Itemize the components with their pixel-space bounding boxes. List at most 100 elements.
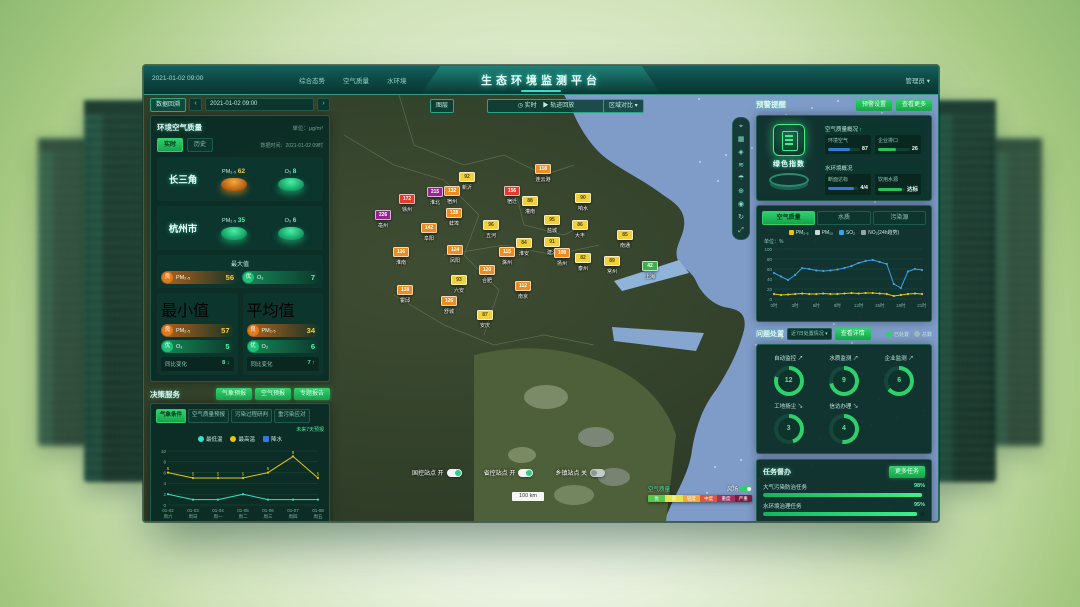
aqi-marker[interactable]: 118连云港 (535, 157, 551, 183)
task-more-button[interactable]: 更多任务 (889, 466, 925, 478)
aqi-marker[interactable]: 84淮安 (516, 231, 532, 257)
trend-tab-water[interactable]: 水质 (817, 211, 870, 225)
air-forecast-button[interactable]: 空气预报 (255, 388, 291, 400)
air-tab-history[interactable]: 历史 (187, 138, 213, 152)
reset-tool-icon[interactable]: ↻ (735, 212, 747, 223)
date-mode-chip[interactable]: 数据回溯 (150, 98, 186, 112)
disposal-detail-button[interactable]: 查看详情 (835, 328, 871, 340)
layer-toggle: 国控站点 开 (412, 468, 462, 477)
svg-text:4: 4 (163, 481, 166, 486)
wind-tool-icon[interactable]: ≋ (735, 160, 747, 171)
user-menu[interactable]: 管理员 ▾ (905, 75, 930, 85)
report-button[interactable]: 专题报告 (294, 388, 330, 400)
date-bar: 数据回溯 ‹ 2021-01-02 09:00 › (150, 97, 330, 112)
aqi-marker[interactable]: 142阜阳 (421, 216, 437, 242)
background-dashboard-left (84, 100, 146, 482)
wind-toggle[interactable] (740, 486, 752, 492)
app-title-wrap: 生态环境监测平台 (421, 66, 661, 94)
nav-item-water[interactable]: 水环境 (387, 75, 407, 85)
task-card: 任务督办 更多任务 大气污染防治任务98% 水环境治理任务95% 执法检查完成率… (756, 459, 932, 522)
alert-title: 预警提醒 (756, 99, 786, 110)
svg-text:6: 6 (167, 466, 170, 471)
aqi-marker[interactable]: 172徐州 (399, 187, 415, 213)
svg-text:周二: 周二 (239, 514, 248, 520)
aqi-marker[interactable]: 226亳州 (375, 203, 391, 229)
aqi-scale-segment: 中度 (700, 495, 717, 502)
trend-unit: 单位：% (764, 238, 926, 245)
tab-pollution-analysis[interactable]: 污染过程研判 (231, 409, 272, 423)
layers-tool-icon[interactable]: ▦ (735, 134, 747, 145)
aqi-marker[interactable]: 42上海 (642, 254, 658, 280)
aqi-marker[interactable]: 86大丰 (572, 213, 588, 239)
region-row: 长三角 PM₂.₅ 62 O₃ 8 (157, 157, 323, 201)
max-value-card: 最大值 良 PM₂.₅ 56 优 O₃ 7 (157, 255, 323, 288)
nav-item-overview[interactable]: 综合态势 (299, 75, 325, 85)
marker-tool-icon[interactable]: ◈ (735, 147, 747, 158)
toggle-switch[interactable] (518, 469, 533, 477)
map-compare-pill[interactable]: 区域对比 ▾ (603, 99, 644, 113)
aqi-marker[interactable]: 108扬州 (554, 241, 570, 267)
svg-text:周四: 周四 (289, 514, 298, 520)
svg-text:5: 5 (192, 471, 195, 476)
measure-tool-icon[interactable]: ⌖ (735, 121, 747, 132)
aqi-marker[interactable]: 92新沂 (459, 165, 475, 191)
aqi-marker[interactable]: 88灌南 (522, 189, 538, 215)
alert-settings-button[interactable]: 预警设置 (856, 99, 892, 111)
map-time-pill[interactable]: ◷ 实时 ▶ 轨迹回放 (487, 99, 605, 113)
aqi-marker[interactable]: 90响水 (575, 186, 591, 212)
weather-forecast-button[interactable]: 气象预报 (216, 388, 252, 400)
trend-tab-source[interactable]: 污染源 (873, 211, 926, 225)
green-index-label: 绿色指数 (763, 159, 815, 169)
aqi-marker[interactable]: 156宿迁 (504, 179, 520, 205)
aqi-marker[interactable]: 115滁州 (499, 240, 515, 266)
aqi-marker[interactable]: 96五河 (483, 213, 499, 239)
summary-card: 绿色指数 空气质量概况 ↑ 环境空气 87 企业排口 (756, 115, 932, 201)
svg-text:5: 5 (317, 471, 320, 476)
aqi-marker[interactable]: 112南京 (515, 274, 531, 300)
air-summary-group: 空气质量概况 ↑ 环境空气 87 企业排口 26 (821, 122, 925, 157)
nav-item-air[interactable]: 空气质量 (343, 75, 369, 85)
aqi-marker[interactable]: 138霍邱 (397, 278, 413, 304)
toggle-switch[interactable] (590, 469, 605, 477)
date-field[interactable]: 2021-01-02 09:00 (205, 98, 314, 111)
air-tab-realtime[interactable]: 实时 (157, 138, 183, 152)
aqi-marker[interactable]: 85南通 (617, 223, 633, 249)
disposal-dropdown[interactable]: 近7日处置情况 ▾ (787, 328, 832, 341)
disposal-row: 问题处置 近7日处置情况 ▾ 查看详情 已处置 总数 (756, 327, 932, 341)
task-row: 执法检查完成率92% (763, 521, 925, 522)
aqi-marker[interactable]: 215淮北 (427, 180, 443, 206)
satellite-tool-icon[interactable]: ◉ (735, 199, 747, 210)
svg-text:20: 20 (767, 287, 773, 292)
pm25-pill: 良 PM₂.₅ 34 (247, 324, 320, 337)
aqi-marker[interactable]: 124凤阳 (447, 238, 463, 264)
title-underline (521, 90, 561, 92)
aqi-marker[interactable]: 82泰州 (575, 246, 591, 272)
trend-card: 空气质量 水质 污染源 PM₂.₅ PM₁₀ SO₂ NO₂(24h趋势) 单位… (756, 205, 932, 322)
aqi-marker[interactable]: 136淮南 (393, 240, 409, 266)
aqi-marker[interactable]: 120合肥 (479, 258, 495, 284)
map-layers-button[interactable]: 图层 (430, 99, 454, 113)
date-prev-button[interactable]: ‹ (189, 98, 202, 111)
o3-pill: 优 O₃ 7 (242, 271, 319, 284)
region-metric: PM₂.₅ 35 (205, 217, 262, 240)
tab-heavy-pollution[interactable]: 重污染应对 (274, 409, 310, 423)
svg-text:8: 8 (163, 459, 166, 464)
decision-title: 决策服务 (150, 389, 180, 400)
tab-weather[interactable]: 气象条件 (156, 409, 186, 423)
aqi-marker[interactable]: 128蚌埠 (446, 201, 462, 227)
avg-value-card: 平均值 良 PM₂.₅ 34 优 O₃ 6 同比变化7 ↑ (243, 293, 324, 375)
aqi-marker[interactable]: 126舒城 (441, 289, 457, 315)
temperature-tool-icon[interactable]: ⊕ (735, 186, 747, 197)
left-panel: 数据回溯 ‹ 2021-01-02 09:00 › 环境空气质量 单位：μg/m… (150, 97, 330, 522)
aqi-marker[interactable]: 89常州 (604, 249, 620, 275)
alert-more-button[interactable]: 查看更多 (896, 99, 932, 111)
trend-tab-air[interactable]: 空气质量 (762, 211, 815, 225)
date-next-button[interactable]: › (317, 98, 330, 111)
tab-air-forecast[interactable]: 空气质量预报 (188, 409, 229, 423)
rain-tool-icon[interactable]: ☂ (735, 173, 747, 184)
toggle-switch[interactable] (447, 469, 462, 477)
o3-pill: 优 O₃ 6 (247, 340, 320, 353)
fullscreen-tool-icon[interactable]: ⤢ (735, 225, 747, 236)
air-data-time: 数据时间：2021-01-02 09时 (260, 142, 323, 149)
aqi-marker[interactable]: 87安庆 (477, 303, 493, 329)
